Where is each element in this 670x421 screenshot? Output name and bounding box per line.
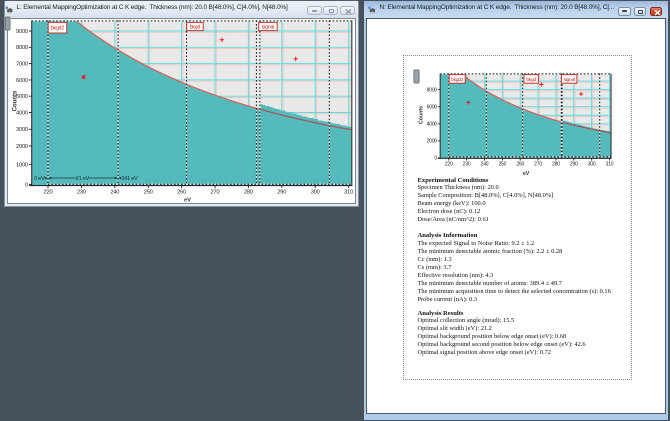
svg-text:eV: eV: [184, 198, 191, 204]
svg-text:300: 300: [588, 162, 596, 168]
svg-text:8000: 8000: [427, 87, 438, 93]
svg-text:230: 230: [77, 190, 86, 196]
svg-text:0: 0: [434, 156, 437, 162]
svg-text:bkgd2: bkgd2: [451, 77, 464, 83]
svg-text:250: 250: [144, 190, 153, 196]
svg-text:bkgd: bkgd: [526, 77, 536, 83]
svg-text:8000: 8000: [16, 45, 28, 51]
svg-text:6000: 6000: [16, 78, 28, 84]
svg-text:310: 310: [606, 162, 614, 168]
svg-text:220: 220: [445, 162, 453, 168]
svg-text:0: 0: [25, 183, 28, 189]
svg-text:eV: eV: [523, 171, 530, 177]
svg-text:3000: 3000: [16, 127, 28, 133]
svg-text:240: 240: [481, 162, 489, 168]
svg-text:290: 290: [277, 190, 286, 196]
svg-text:241 eV: 241 eV: [122, 176, 138, 182]
svg-text:signal: signal: [563, 77, 574, 83]
svg-text:4000: 4000: [427, 122, 438, 128]
svg-text:270: 270: [211, 190, 220, 196]
svg-text:260: 260: [516, 162, 524, 168]
svg-text:220: 220: [44, 190, 53, 196]
svg-text:7000: 7000: [16, 62, 28, 68]
svg-text:270: 270: [534, 162, 542, 168]
svg-text:1000: 1000: [16, 163, 28, 169]
svg-text:0 eV: 0 eV: [34, 176, 45, 182]
svg-text:280: 280: [244, 190, 253, 196]
svg-text:bkgd: bkgd: [190, 25, 201, 31]
svg-text:bkgd2: bkgd2: [51, 26, 64, 32]
svg-text:310: 310: [344, 190, 353, 196]
svg-text:signal: signal: [262, 25, 274, 31]
svg-text:Counts: Counts: [13, 90, 19, 111]
svg-text:230: 230: [463, 162, 471, 168]
svg-text:280: 280: [552, 162, 560, 168]
svg-text:260: 260: [177, 190, 186, 196]
svg-text:Counts: Counts: [419, 106, 425, 124]
svg-text:6000: 6000: [427, 104, 438, 110]
svg-text:21 eV: 21 eV: [76, 176, 90, 182]
svg-text:300: 300: [311, 190, 320, 196]
svg-text:290: 290: [570, 162, 578, 168]
svg-text:9000: 9000: [16, 29, 28, 35]
svg-text:250: 250: [498, 162, 506, 168]
svg-text:2000: 2000: [427, 139, 438, 145]
svg-text:240: 240: [110, 190, 119, 196]
svg-text:2000: 2000: [16, 144, 28, 150]
